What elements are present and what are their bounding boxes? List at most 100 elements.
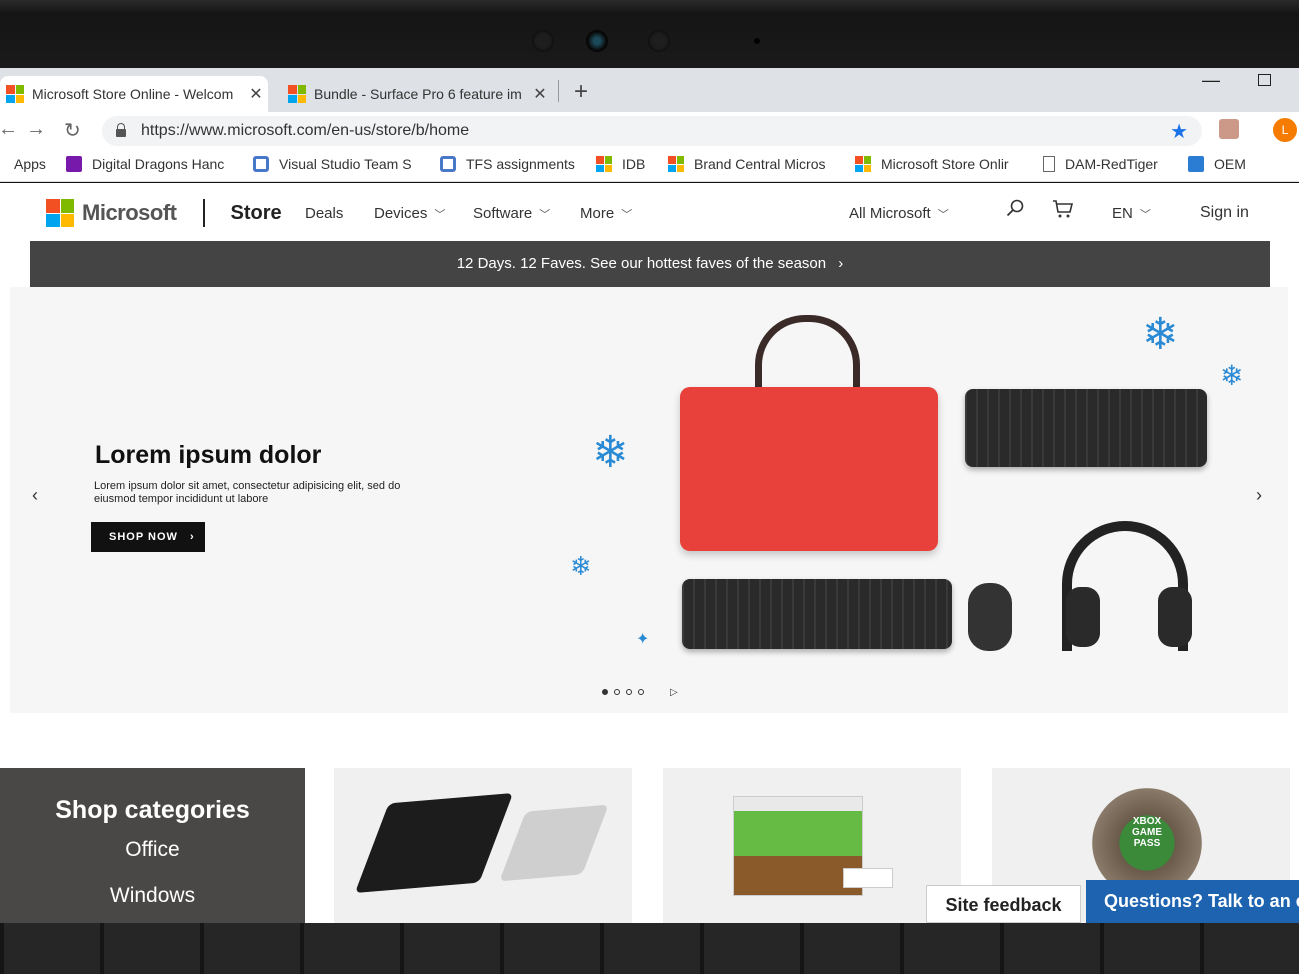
visual-studio-icon bbox=[253, 156, 269, 172]
play-icon[interactable]: ▷ bbox=[670, 687, 678, 698]
tab-title: Microsoft Store Online - Welcom bbox=[32, 86, 234, 102]
surface-laptop-tile[interactable] bbox=[334, 768, 632, 923]
sign-in-link[interactable]: Sign in bbox=[1200, 204, 1249, 222]
hero-title: Lorem ipsum dolor bbox=[95, 441, 322, 469]
xbox-one-s-tile[interactable] bbox=[663, 768, 961, 923]
cart-icon[interactable] bbox=[1052, 199, 1074, 219]
headphone-cup bbox=[1158, 587, 1192, 647]
bookmark-microsoft-store[interactable]: Microsoft Store Onlir bbox=[855, 156, 1017, 172]
onenote-icon bbox=[66, 156, 82, 172]
maximize-icon[interactable] bbox=[1258, 74, 1271, 86]
all-in-one-keyboard-image bbox=[965, 389, 1207, 467]
category-office[interactable]: Office bbox=[0, 838, 305, 862]
store-page: Microsoft Store Deals Devices ﹀ Software ﹀… bbox=[0, 183, 1299, 923]
indicator-light bbox=[754, 38, 760, 44]
tab-microsoft-store[interactable]: Microsoft Store Online - Welcom ✕ bbox=[0, 76, 268, 112]
carousel-dot[interactable] bbox=[626, 689, 632, 695]
categories-title: Shop categories bbox=[55, 796, 250, 824]
carousel-next-icon[interactable]: › bbox=[1256, 485, 1262, 506]
snowflake-icon: ❄ bbox=[570, 551, 592, 581]
tab-bar: Microsoft Store Online - Welcom ✕ Bundle… bbox=[0, 68, 1299, 112]
carousel-indicators bbox=[602, 689, 644, 695]
red-bag-image bbox=[680, 387, 938, 551]
close-tab-icon[interactable]: ✕ bbox=[244, 84, 268, 104]
bookmarks-bar: Apps Digital Dragons Hanc Visual Studio … bbox=[0, 150, 1299, 182]
bookmark-oem[interactable]: OEM bbox=[1188, 156, 1246, 172]
store-link[interactable]: Store bbox=[231, 202, 282, 225]
reload-icon[interactable]: ↻ bbox=[64, 118, 81, 143]
bookmark-brand-central[interactable]: Brand Central Micros bbox=[668, 156, 830, 172]
snowflake-icon: ❄ bbox=[1142, 310, 1179, 359]
tab-separator bbox=[558, 80, 559, 102]
sensor-icon bbox=[648, 30, 670, 52]
page-icon bbox=[1043, 156, 1055, 172]
nav-label: More bbox=[580, 205, 615, 222]
brand[interactable]: Microsoft Store bbox=[46, 199, 282, 227]
minimize-icon[interactable]: — bbox=[1202, 70, 1220, 91]
brand-name: Microsoft bbox=[82, 200, 177, 225]
mouse-image bbox=[968, 583, 1012, 651]
new-tab-button[interactable]: + bbox=[574, 78, 588, 106]
bookmark-digital-dragons[interactable]: Digital Dragons Hanc bbox=[66, 156, 228, 172]
bookmark-label: OEM bbox=[1214, 156, 1246, 172]
bookmark-label: Microsoft Store Onlir bbox=[881, 156, 1009, 172]
lock-icon bbox=[116, 123, 126, 137]
sharepoint-icon bbox=[1188, 156, 1204, 172]
promo-text: 12 Days. 12 Faves. See our hottest faves… bbox=[456, 255, 827, 272]
microsoft-logo-icon bbox=[855, 156, 871, 172]
carousel-dot[interactable] bbox=[614, 689, 620, 695]
bookmark-apps[interactable]: Apps bbox=[14, 156, 46, 172]
hero-description: Lorem ipsum dolor sit amet, consectetur … bbox=[94, 480, 401, 505]
tab-bundle-surface[interactable]: Bundle - Surface Pro 6 feature im ✕ bbox=[282, 76, 552, 112]
bookmark-idb[interactable]: IDB bbox=[596, 156, 645, 172]
shop-now-button[interactable]: SHOP NOW › bbox=[91, 522, 205, 552]
hero-carousel: ‹ › Lorem ipsum dolor Lorem ipsum dolor … bbox=[10, 287, 1288, 713]
bookmark-tfs-assignments[interactable]: TFS assignments bbox=[440, 156, 575, 172]
bookmark-label: Digital Dragons Hanc bbox=[92, 156, 225, 172]
bookmark-dam-redtiger[interactable]: DAM-RedTiger bbox=[1043, 156, 1158, 172]
nav-more[interactable]: More ﹀ bbox=[580, 205, 632, 222]
microsoft-logo-icon bbox=[668, 156, 684, 172]
language-selector[interactable]: EN ﹀ bbox=[1112, 205, 1151, 222]
address-bar[interactable]: https://www.microsoft.com/en-us/store/b/… bbox=[102, 116, 1202, 146]
promo-banner[interactable]: 12 Days. 12 Faves. See our hottest faves… bbox=[30, 241, 1270, 287]
shop-now-label: SHOP NOW bbox=[109, 531, 178, 543]
wireless-keyboard-image bbox=[682, 579, 952, 649]
nav-label: Software bbox=[473, 205, 533, 222]
nav-all-microsoft[interactable]: All Microsoft ﹀ bbox=[849, 205, 949, 222]
chevron-down-icon: ﹀ bbox=[937, 209, 949, 221]
extension-icon[interactable] bbox=[1219, 119, 1239, 139]
carousel-prev-icon[interactable]: ‹ bbox=[32, 485, 38, 506]
laptop-silver-image bbox=[499, 804, 609, 882]
forward-arrow-icon[interactable]: → bbox=[26, 118, 46, 141]
bookmark-label: Brand Central Micros bbox=[694, 156, 826, 172]
bookmark-star-icon[interactable]: ★ bbox=[1170, 119, 1188, 144]
category-windows[interactable]: Windows bbox=[0, 884, 305, 908]
carousel-dot[interactable] bbox=[602, 689, 608, 695]
microsoft-logo-icon bbox=[288, 85, 306, 103]
site-header: Microsoft Store Deals Devices ﹀ Software ﹀… bbox=[0, 183, 1299, 241]
snowflake-icon: ✦ bbox=[636, 631, 650, 648]
chevron-right-icon: › bbox=[189, 531, 195, 543]
profile-avatar[interactable]: L bbox=[1273, 118, 1297, 142]
nav-devices[interactable]: Devices ﹀ bbox=[374, 205, 445, 222]
snowflake-icon: ❄ bbox=[1220, 360, 1244, 391]
chat-button[interactable]: Questions? Talk to an e bbox=[1086, 880, 1299, 923]
back-arrow-icon[interactable]: ← bbox=[0, 118, 18, 141]
sensor-icon bbox=[532, 30, 554, 52]
laptop-keyboard bbox=[0, 923, 1299, 974]
site-feedback-button[interactable]: Site feedback bbox=[926, 885, 1081, 923]
nav-software[interactable]: Software ﹀ bbox=[473, 205, 550, 222]
close-tab-icon[interactable]: ✕ bbox=[528, 84, 552, 104]
microsoft-logo-icon bbox=[596, 156, 612, 172]
bookmark-label: Visual Studio Team S bbox=[279, 156, 412, 172]
chevron-down-icon: ﹀ bbox=[621, 209, 633, 221]
chevron-down-icon: ﹀ bbox=[539, 209, 551, 221]
url-text[interactable]: https://www.microsoft.com/en-us/store/b/… bbox=[141, 122, 469, 140]
carousel-dot[interactable] bbox=[638, 689, 644, 695]
bookmark-visual-studio-team[interactable]: Visual Studio Team S bbox=[253, 156, 415, 172]
shop-categories-panel: Shop categories Office Windows bbox=[0, 768, 305, 923]
search-icon[interactable] bbox=[1006, 199, 1024, 217]
webcam-icon bbox=[586, 30, 608, 52]
nav-deals[interactable]: Deals bbox=[305, 205, 343, 222]
